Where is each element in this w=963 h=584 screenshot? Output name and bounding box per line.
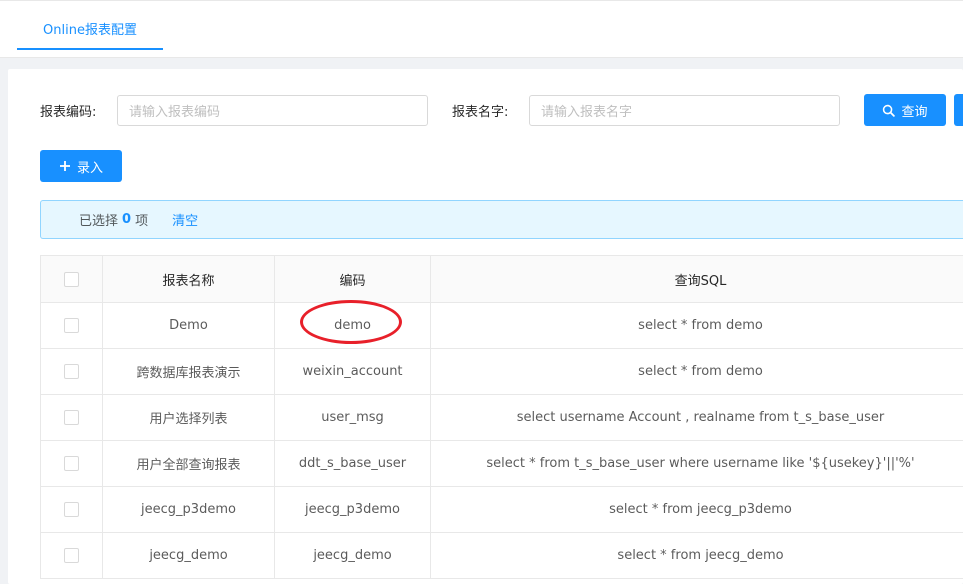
row-checkbox[interactable] xyxy=(64,410,79,425)
report-code-label: 报表编码: xyxy=(40,105,97,120)
table-row[interactable]: 跨数据库报表演示 weixin_account select * from de… xyxy=(40,348,963,395)
row-name: jeecg_demo xyxy=(102,532,275,579)
row-code: jeecg_p3demo xyxy=(274,486,431,533)
row-name: 用户选择列表 xyxy=(102,394,275,441)
search-icon xyxy=(883,104,896,117)
query-button-label: 查询 xyxy=(901,104,928,120)
row-checkbox[interactable] xyxy=(64,548,79,563)
row-checkbox[interactable] xyxy=(64,318,79,333)
table-row[interactable]: Demo demo select * from demo xyxy=(40,302,963,349)
table-row[interactable]: jeecg_p3demo jeecg_p3demo select * from … xyxy=(40,486,963,533)
row-select-cell xyxy=(40,532,103,579)
tab-online-report-config[interactable]: Online报表配置 xyxy=(17,9,163,50)
table-row[interactable]: jeecg_demo jeecg_demo select * from jeec… xyxy=(40,532,963,579)
tab-bar: Online报表配置 xyxy=(0,0,963,58)
table-header-row: 报表名称 编码 查询SQL xyxy=(40,255,963,303)
row-checkbox[interactable] xyxy=(64,456,79,471)
row-code: demo xyxy=(274,302,431,349)
table-row[interactable]: 用户选择列表 user_msg select username Account … xyxy=(40,394,963,441)
add-button-label: 录入 xyxy=(76,160,103,176)
report-table: 报表名称 编码 查询SQL Demo demo select * from de… xyxy=(40,255,963,579)
report-name-label: 报表名字: xyxy=(452,105,509,120)
report-code-placeholder: 请输入报表编码 xyxy=(129,105,221,120)
select-all-checkbox[interactable] xyxy=(64,271,79,287)
row-select-cell xyxy=(40,440,103,487)
plus-icon xyxy=(59,161,70,171)
row-select-cell xyxy=(40,348,103,395)
selection-prefix: 已选择 xyxy=(79,214,119,229)
selection-count: 0 xyxy=(122,212,132,227)
selection-suffix: 项 xyxy=(135,214,149,229)
row-name: 用户全部查询报表 xyxy=(102,440,275,487)
row-checkbox[interactable] xyxy=(64,364,79,379)
row-sql: select * from t_s_base_user where userna… xyxy=(430,440,963,487)
column-header-sql[interactable]: 查询SQL xyxy=(430,255,963,303)
report-code-input[interactable]: 请输入报表编码 xyxy=(117,95,428,126)
row-sql: select * from demo xyxy=(430,348,963,395)
select-all-cell xyxy=(40,255,103,303)
reset-button[interactable] xyxy=(954,94,963,126)
column-header-code[interactable]: 编码 xyxy=(274,255,431,303)
row-select-cell xyxy=(40,302,103,349)
row-select-cell xyxy=(40,486,103,533)
row-name: jeecg_p3demo xyxy=(102,486,275,533)
column-header-name[interactable]: 报表名称 xyxy=(102,255,275,303)
row-code: weixin_account xyxy=(274,348,431,395)
row-code: ddt_s_base_user xyxy=(274,440,431,487)
query-button[interactable]: 查询 xyxy=(864,94,946,126)
row-select-cell xyxy=(40,394,103,441)
row-code: user_msg xyxy=(274,394,431,441)
row-checkbox[interactable] xyxy=(64,502,79,517)
row-sql: select * from jeecg_demo xyxy=(430,532,963,579)
row-sql: select * from jeecg_p3demo xyxy=(430,486,963,533)
report-name-placeholder: 请输入报表名字 xyxy=(541,105,633,120)
report-name-input[interactable]: 请输入报表名字 xyxy=(529,95,840,126)
row-sql: select username Account , realname from … xyxy=(430,394,963,441)
selection-alert: 已选择 0 项 清空 xyxy=(40,200,963,239)
clear-selection-link[interactable]: 清空 xyxy=(172,210,198,229)
row-sql: select * from demo xyxy=(430,302,963,349)
row-code: jeecg_demo xyxy=(274,532,431,579)
row-name: Demo xyxy=(102,302,275,349)
add-button[interactable]: 录入 xyxy=(40,150,122,182)
row-name: 跨数据库报表演示 xyxy=(102,348,275,395)
table-row[interactable]: 用户全部查询报表 ddt_s_base_user select * from t… xyxy=(40,440,963,487)
